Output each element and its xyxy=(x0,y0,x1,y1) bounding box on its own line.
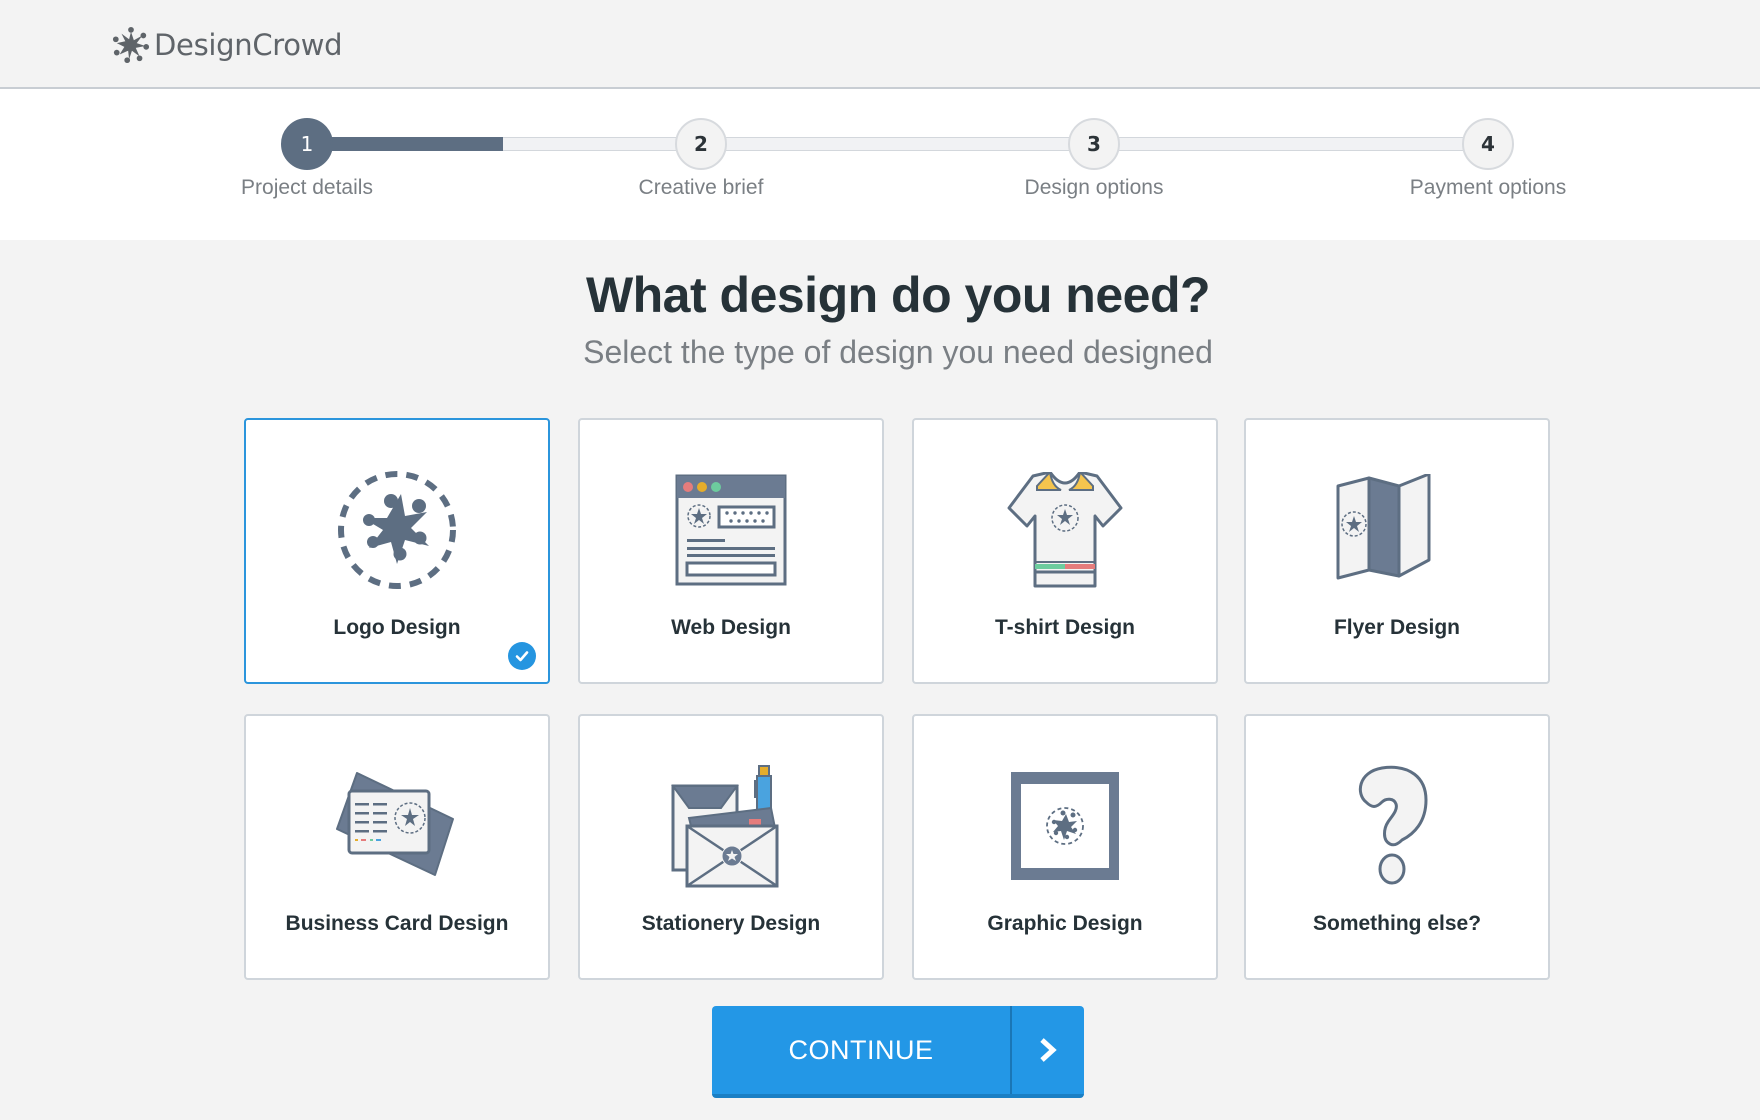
option-label: Web Design xyxy=(671,616,791,639)
step-1-label: Project details xyxy=(241,176,373,199)
question-mark-icon xyxy=(1332,764,1462,888)
option-label: Graphic Design xyxy=(987,912,1143,935)
continue-label: CONTINUE xyxy=(788,1034,934,1065)
option-label: Something else? xyxy=(1312,912,1482,935)
brand-logo[interactable]: DesignCrowd xyxy=(112,26,343,64)
flyer-design-icon xyxy=(1332,468,1462,592)
continue-button[interactable]: CONTINUE xyxy=(712,1006,1084,1098)
stepper-track-2 xyxy=(724,137,1070,151)
stationery-design-icon xyxy=(666,764,796,888)
brand-name: DesignCrowd xyxy=(154,28,343,62)
option-label: Flyer Design xyxy=(1333,616,1461,639)
stepper-progress-fill xyxy=(330,137,503,151)
option-tshirt-design[interactable]: T-shirt Design xyxy=(912,418,1218,684)
option-label: T-shirt Design xyxy=(994,616,1136,639)
stepper-track-3 xyxy=(1117,137,1463,151)
option-label: Stationery Design xyxy=(641,912,821,935)
option-business-card-design[interactable]: Business Card Design xyxy=(244,714,550,980)
option-label: Business Card Design xyxy=(285,912,509,935)
step-1-circle[interactable]: 1 xyxy=(281,118,333,170)
step-2-label: Creative brief xyxy=(638,176,764,199)
option-web-design[interactable]: Web Design xyxy=(578,418,884,684)
option-something-else[interactable]: Something else? xyxy=(1244,714,1550,980)
graphic-design-icon xyxy=(1000,764,1130,888)
selected-check-icon xyxy=(508,642,536,670)
step-4-circle[interactable]: 4 xyxy=(1462,118,1514,170)
logo-design-icon xyxy=(332,468,462,592)
tshirt-design-icon xyxy=(1000,468,1130,592)
option-flyer-design[interactable]: Flyer Design xyxy=(1244,418,1550,684)
option-graphic-design[interactable]: Graphic Design xyxy=(912,714,1218,980)
option-logo-design[interactable]: Logo Design xyxy=(244,418,550,684)
web-design-icon xyxy=(666,468,796,592)
top-bar: DesignCrowd xyxy=(0,0,1760,89)
chevron-right-icon xyxy=(1012,1006,1084,1094)
step-3-circle[interactable]: 3 xyxy=(1068,118,1120,170)
page-subtitle: Select the type of design you need desig… xyxy=(583,334,1213,370)
designcrowd-logo-icon xyxy=(112,26,150,64)
business-card-design-icon xyxy=(332,764,462,888)
page-title: What design do you need? xyxy=(585,267,1211,323)
step-4-label: Payment options xyxy=(1409,176,1567,199)
step-3-label: Design options xyxy=(1024,176,1164,199)
option-stationery-design[interactable]: Stationery Design xyxy=(578,714,884,980)
step-2-circle[interactable]: 2 xyxy=(675,118,727,170)
option-label: Logo Design xyxy=(333,616,461,639)
stepper-track-1 xyxy=(330,137,676,151)
